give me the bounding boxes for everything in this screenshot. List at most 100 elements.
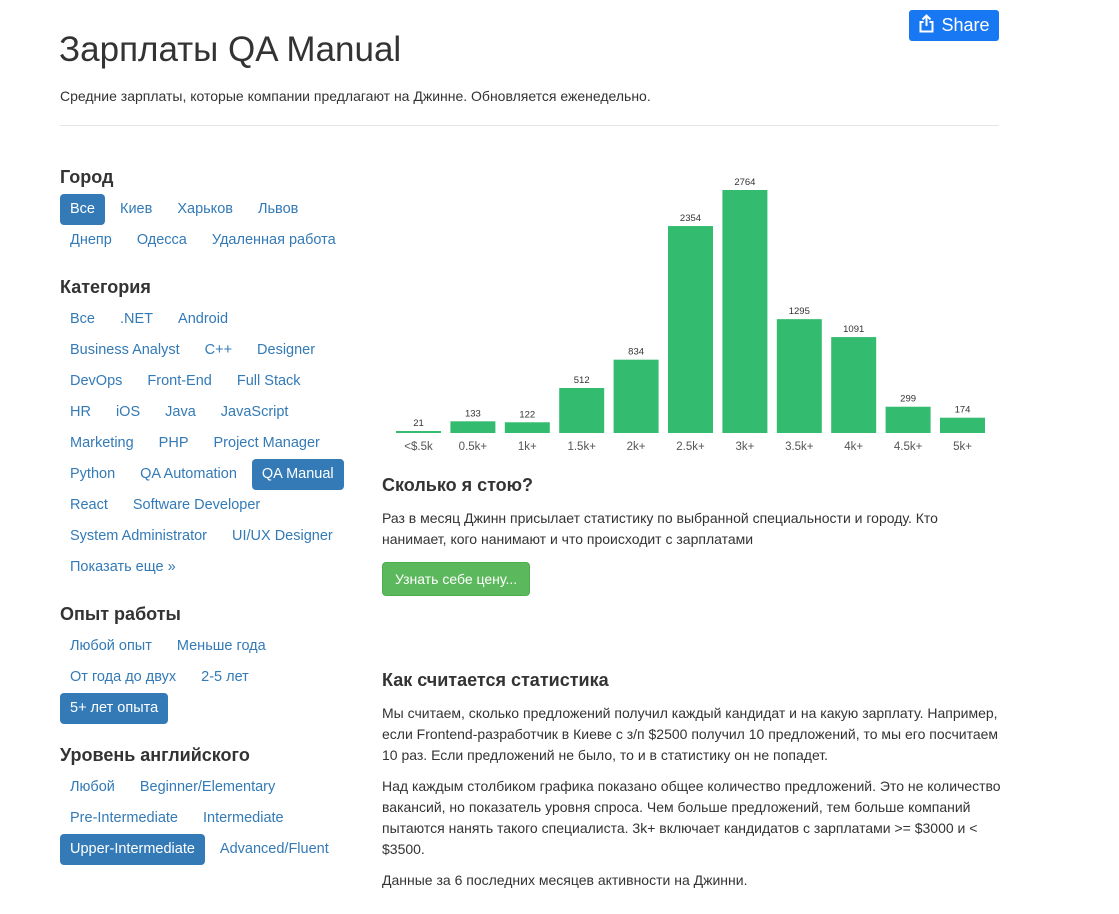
bar-value-label: 2764	[734, 177, 755, 188]
header-divider	[60, 125, 999, 126]
histogram-bar	[831, 337, 877, 433]
histogram-bar	[722, 190, 768, 433]
category-filter-option[interactable]: Project Manager	[204, 428, 330, 459]
english-filter-option[interactable]: Upper-Intermediate	[60, 834, 205, 865]
english-filter-option[interactable]: Beginner/Elementary	[130, 772, 285, 803]
category-filter-option[interactable]: iOS	[106, 397, 150, 428]
english-filter-option[interactable]: Intermediate	[193, 803, 294, 834]
english-filter-option[interactable]: Pre-Intermediate	[60, 803, 188, 834]
category-filter-option[interactable]: Все	[60, 304, 105, 335]
category-filter-option[interactable]: React	[60, 490, 118, 521]
share-label: Share	[941, 15, 990, 35]
category-filter-option[interactable]: Full Stack	[227, 366, 311, 397]
english-filter-option[interactable]: Advanced/Fluent	[210, 834, 339, 865]
experience-filter-option[interactable]: 2-5 лет	[191, 662, 259, 693]
english-filter-option[interactable]: Любой	[60, 772, 125, 803]
category-filter-option[interactable]: QA Manual	[251, 459, 344, 490]
cost-section: Сколько я стою? Раз в месяц Джинн присыл…	[382, 475, 1002, 596]
category-filter-option[interactable]: UI/UX Designer	[222, 521, 343, 552]
bar-value-label: 133	[465, 408, 481, 419]
city-filter-option[interactable]: Все	[60, 194, 105, 225]
salary-histogram: 21 <$.5k 133 0.5k+ 122 1k+ 512 1.5k+ 834 2k+ 2354 2…	[382, 165, 1002, 465]
bar-value-label: 1295	[789, 306, 810, 317]
share-button[interactable]: Share	[909, 10, 999, 41]
method-paragraph-1: Мы считаем, сколько предложений получил …	[382, 705, 999, 763]
method-paragraph-2: Над каждым столбиком графика показано об…	[382, 778, 1001, 857]
experience-filter-option[interactable]: От года до двух	[60, 662, 186, 693]
city-filter-option[interactable]: Одесса	[127, 225, 197, 256]
x-tick-label: 5k+	[953, 441, 972, 453]
x-tick-label: 2k+	[627, 441, 646, 453]
city-filter-option[interactable]: Удаленная работа	[202, 225, 346, 256]
x-tick-label: 4.5k+	[894, 441, 923, 453]
x-tick-label: 0.5k+	[459, 441, 488, 453]
x-tick-label: 3.5k+	[785, 441, 814, 453]
method-heading: Как считается статистика	[382, 670, 609, 690]
english-filter-options: Любой Beginner/Elementary Pre-Intermediate…	[60, 772, 360, 865]
bar-value-label: 2354	[680, 213, 701, 224]
histogram-bar	[668, 226, 713, 433]
category-filter-option[interactable]: QA Automation	[130, 459, 247, 490]
experience-filter-option[interactable]: Любой опыт	[60, 631, 162, 662]
cost-text: Раз в месяц Джинн присылает статистику п…	[382, 510, 938, 547]
histogram-bar	[613, 359, 659, 433]
category-filter-option[interactable]: .NET	[110, 304, 163, 335]
city-filter-options: Все Киев Харьков Львов Днепр Одесса Удаленная …	[60, 194, 360, 256]
share-icon	[918, 13, 935, 38]
experience-filter-heading: Опыт работы	[60, 604, 181, 624]
category-filter-option[interactable]: DevOps	[60, 366, 132, 397]
x-tick-label: 2.5k+	[676, 441, 705, 453]
experience-filter-option[interactable]: Меньше года	[167, 631, 276, 662]
category-filter-option[interactable]: Software Developer	[123, 490, 270, 521]
bar-value-label: 299	[900, 394, 916, 405]
histogram-bar	[450, 421, 496, 433]
experience-filter-option[interactable]: 5+ лет опыта	[60, 693, 169, 724]
category-filter-options: Все .NET Android Business Analyst C++ Designe…	[60, 304, 360, 583]
method-paragraph-3: Данные за 6 последних месяцев активности…	[382, 872, 748, 888]
x-tick-label: 1.5k+	[567, 441, 596, 453]
cost-heading: Сколько я стою?	[382, 475, 534, 495]
category-filter-option[interactable]: Android	[168, 304, 238, 335]
category-filter-option[interactable]: Java	[155, 397, 206, 428]
city-filter-option[interactable]: Днепр	[60, 225, 122, 256]
page-subtitle: Средние зарплаты, которые компании предл…	[60, 88, 651, 104]
city-filter-option[interactable]: Харьков	[167, 194, 243, 225]
category-filter-option[interactable]: Показать еще »	[60, 552, 186, 583]
category-filter-option[interactable]: HR	[60, 397, 101, 428]
category-filter-option[interactable]: Business Analyst	[60, 335, 190, 366]
category-filter-option[interactable]: System Administrator	[60, 521, 217, 552]
histogram-bar	[559, 387, 605, 433]
histogram-bar	[885, 406, 931, 433]
filters-sidebar: Город Все Киев Харьков Львов Днепр Одесса Удал…	[60, 160, 360, 865]
bar-value-label: 1091	[843, 324, 864, 335]
category-filter: Категория Все .NET Android Business Analyst…	[60, 270, 360, 583]
category-filter-option[interactable]: C++	[195, 335, 242, 366]
category-filter-option[interactable]: Front-End	[137, 366, 221, 397]
english-filter: Уровень английского Любой Beginner/Elemen…	[60, 738, 360, 865]
method-section: Как считается статистика Мы считаем, ско…	[382, 670, 1002, 891]
histogram-bar	[504, 422, 550, 433]
x-tick-label: <$.5k	[404, 441, 433, 453]
page-title: Зарплаты QA Manual	[59, 30, 402, 69]
histogram-bar	[396, 431, 441, 433]
histogram-bar	[940, 417, 985, 433]
x-tick-label: 4k+	[844, 441, 863, 453]
bar-value-label: 512	[574, 375, 590, 386]
city-filter: Город Все Киев Харьков Львов Днепр Одесса Удал…	[60, 160, 360, 256]
english-filter-heading: Уровень английского	[60, 745, 250, 765]
category-filter-option[interactable]: Python	[60, 459, 125, 490]
experience-filter-options: Любой опыт Меньше года От года до двух 2-5 …	[60, 631, 360, 724]
category-filter-option[interactable]: Designer	[247, 335, 325, 366]
bar-value-label: 174	[955, 405, 971, 416]
histogram-bar	[776, 319, 822, 433]
bar-value-label: 122	[519, 409, 535, 420]
category-filter-option[interactable]: Marketing	[60, 428, 144, 459]
category-filter-option[interactable]: JavaScript	[211, 397, 299, 428]
salary-histogram-svg: 21 <$.5k 133 0.5k+ 122 1k+ 512 1.5k+ 834 2k+ 2354 2…	[396, 177, 985, 453]
city-filter-option[interactable]: Киев	[110, 194, 162, 225]
get-price-button[interactable]: Узнать себе цену...	[382, 562, 531, 596]
category-filter-heading: Категория	[60, 277, 151, 297]
city-filter-heading: Город	[60, 167, 114, 187]
category-filter-option[interactable]: PHP	[149, 428, 199, 459]
city-filter-option[interactable]: Львов	[248, 194, 308, 225]
